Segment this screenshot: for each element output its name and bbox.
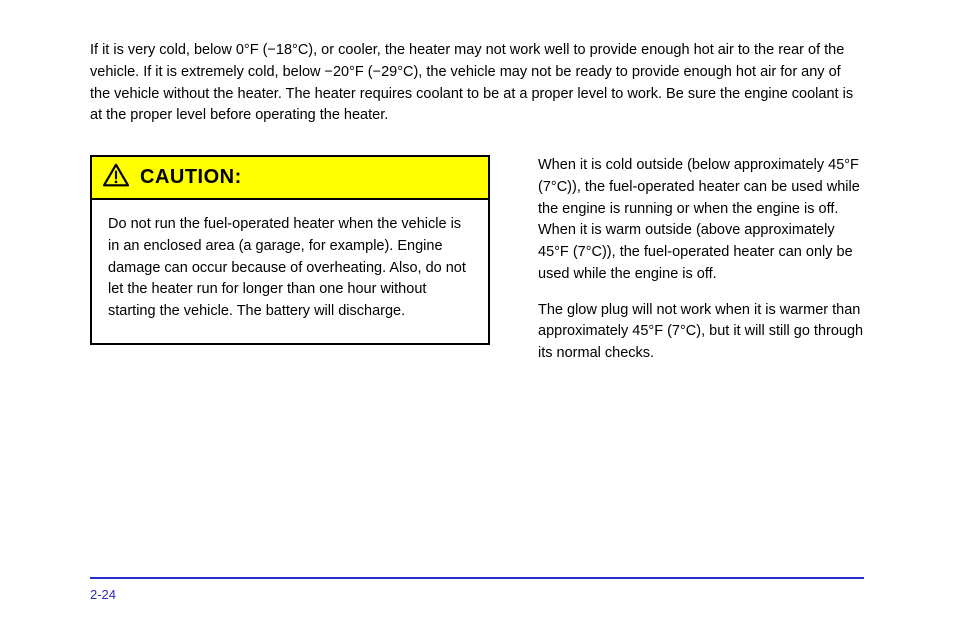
footer-divider xyxy=(90,577,864,579)
intro-paragraph: If it is very cold, below 0°F (−18°C), o… xyxy=(90,40,860,127)
caution-header: CAUTION: xyxy=(92,157,488,200)
warning-triangle-icon xyxy=(102,163,130,192)
caution-body-text: Do not run the fuel-operated heater when… xyxy=(92,200,488,343)
right-paragraph-2: The glow plug will not work when it is w… xyxy=(538,300,864,365)
page-number: 2-24 xyxy=(90,587,116,602)
footer-row: 2-24 xyxy=(90,587,864,602)
caution-label: CAUTION: xyxy=(140,166,242,189)
left-column: CAUTION: Do not run the fuel-operated he… xyxy=(90,155,490,365)
page-footer: 2-24 xyxy=(90,577,864,602)
caution-box: CAUTION: Do not run the fuel-operated he… xyxy=(90,155,490,345)
right-paragraph-1: When it is cold outside (below approxima… xyxy=(538,155,864,286)
two-column-layout: CAUTION: Do not run the fuel-operated he… xyxy=(90,155,864,365)
right-column: When it is cold outside (below approxima… xyxy=(538,155,864,365)
document-page: If it is very cold, below 0°F (−18°C), o… xyxy=(0,0,954,365)
